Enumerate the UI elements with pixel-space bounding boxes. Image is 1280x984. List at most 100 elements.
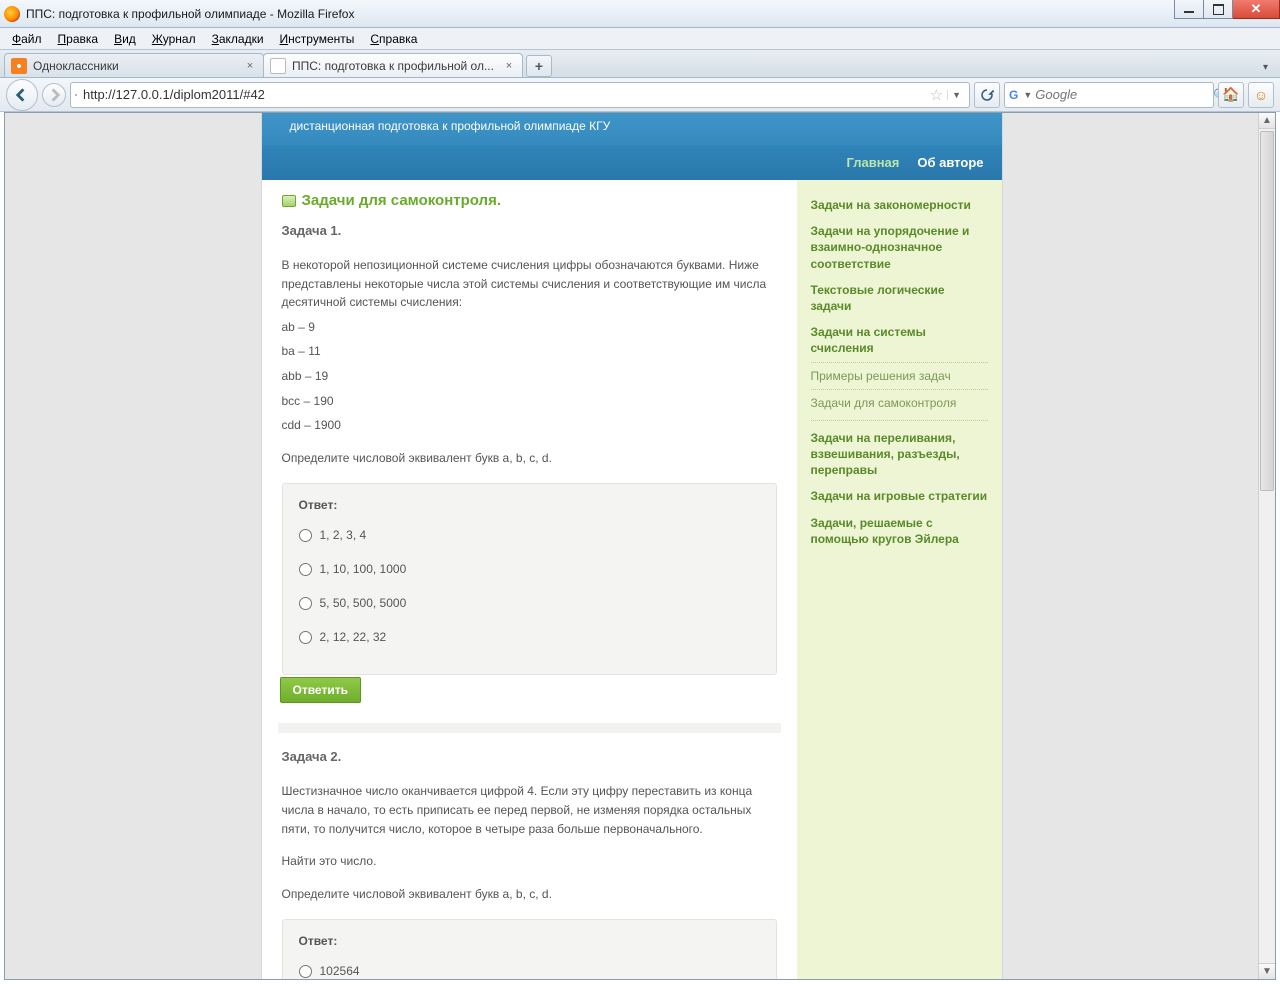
submit-button[interactable]: Ответить: [280, 677, 361, 703]
tab-label: Одноклассники: [33, 59, 119, 73]
task1-line: ba – 11: [282, 342, 777, 361]
titlebar: ППС: подготовка к профильной олимпиаде -…: [0, 0, 1280, 28]
sidebar-link[interactable]: Текстовые логические задачи: [811, 277, 988, 319]
tab-close-icon[interactable]: ×: [243, 59, 257, 73]
heading-text: Задачи для самоконтроля.: [302, 192, 502, 209]
arrow-right-icon: [47, 88, 61, 102]
page-wrap: дистанционная подготовка к профильной ол…: [5, 113, 1258, 979]
addon-button[interactable]: ☺: [1248, 82, 1274, 108]
url-bar[interactable]: ☆ ▼: [70, 82, 970, 108]
option-text: 102564: [320, 964, 360, 978]
task1-line: cdd – 1900: [282, 416, 777, 435]
book-icon: [282, 195, 296, 207]
new-tab-button[interactable]: +: [526, 55, 552, 77]
nav-about[interactable]: Об авторе: [917, 155, 983, 170]
task1-title: Задача 1.: [282, 223, 777, 238]
sidebar-sublink[interactable]: Примеры решения задач: [811, 362, 988, 389]
option-text: 1, 10, 100, 1000: [320, 562, 407, 576]
task1-line: abb – 19: [282, 367, 777, 386]
back-button[interactable]: [6, 79, 38, 111]
odnoklassniki-icon: [11, 58, 27, 74]
site-subtitle: дистанционная подготовка к профильной ол…: [262, 113, 1002, 145]
page-heading: Задачи для самоконтроля.: [282, 192, 777, 209]
option-text: 2, 12, 22, 32: [320, 630, 387, 644]
scroll-thumb[interactable]: [1260, 131, 1274, 491]
task1-text: В некоторой непозиционной системе счисле…: [282, 256, 777, 467]
task1-option[interactable]: 1, 10, 100, 1000: [299, 562, 760, 576]
nav-main[interactable]: Главная: [847, 155, 900, 170]
minimize-button[interactable]: [1174, 0, 1204, 19]
search-engine-dropdown-icon[interactable]: ▼: [1020, 90, 1035, 100]
radio-input[interactable]: [299, 597, 312, 610]
scroll-up-arrow-icon[interactable]: ▲: [1258, 112, 1276, 129]
task1-option[interactable]: 5, 50, 500, 5000: [299, 596, 760, 610]
menu-help[interactable]: Справка: [362, 29, 425, 49]
task1-intro: В некоторой непозиционной системе счисле…: [282, 256, 777, 312]
option-text: 5, 50, 500, 5000: [320, 596, 407, 610]
main-column: Задачи для самоконтроля. Задача 1. В нек…: [262, 180, 797, 979]
google-icon: G: [1009, 87, 1018, 103]
radio-input[interactable]: [299, 965, 312, 978]
tab-bar: Одноклассники × ППС: подготовка к профил…: [0, 50, 1280, 78]
task2-title: Задача 2.: [282, 749, 777, 764]
site-body: Задачи для самоконтроля. Задача 1. В нек…: [262, 180, 1002, 979]
vertical-scrollbar[interactable]: ▲ ▼: [1258, 113, 1275, 979]
window-buttons: [1175, 0, 1280, 19]
task1-question: Определите числовой эквивалент букв a, b…: [282, 449, 777, 468]
sidebar-link[interactable]: Задачи на закономерности: [811, 192, 988, 218]
menu-bookmarks[interactable]: Закладки: [204, 29, 272, 49]
radio-input[interactable]: [299, 529, 312, 542]
task2-option[interactable]: 102564: [299, 964, 760, 978]
menubar: Файл Правка Вид Журнал Закладки Инструме…: [0, 28, 1280, 50]
forward-button[interactable]: [42, 83, 66, 107]
menu-history[interactable]: Журнал: [144, 29, 204, 49]
search-input[interactable]: [1035, 87, 1213, 102]
task1-option[interactable]: 1, 2, 3, 4: [299, 528, 760, 542]
sidebar-sublink[interactable]: Задачи для самоконтроля: [811, 389, 988, 416]
page-icon: [270, 58, 286, 74]
answer-label: Ответ:: [299, 498, 760, 512]
reload-icon: [980, 88, 994, 102]
task1-line: ab – 9: [282, 318, 777, 337]
search-box[interactable]: G ▼ 🔍: [1004, 82, 1214, 108]
task2-p: Шестизначное число оканчивается цифрой 4…: [282, 782, 777, 838]
tab-pps[interactable]: ППС: подготовка к профильной ол... ×: [263, 53, 523, 77]
url-input[interactable]: [83, 87, 926, 102]
tab-close-icon[interactable]: ×: [502, 59, 516, 73]
url-dropdown-icon[interactable]: ▼: [947, 90, 965, 100]
task2-answer-box: Ответ: 102564: [282, 919, 777, 979]
menu-file[interactable]: Файл: [4, 29, 50, 49]
radio-input[interactable]: [299, 631, 312, 644]
menu-edit[interactable]: Правка: [50, 29, 107, 49]
sidebar-link[interactable]: Задачи, решаемые с помощью кругов Эйлера: [811, 510, 988, 552]
home-button[interactable]: 🏠: [1218, 82, 1244, 108]
page-icon: [75, 94, 77, 96]
option-text: 1, 2, 3, 4: [320, 528, 367, 542]
tab-label: ППС: подготовка к профильной ол...: [292, 59, 494, 73]
task1-option[interactable]: 2, 12, 22, 32: [299, 630, 760, 644]
sidebar-link[interactable]: Задачи на переливания, взвешивания, разъ…: [811, 425, 988, 484]
maximize-button[interactable]: [1203, 0, 1233, 19]
task-divider: [278, 723, 781, 733]
tab-overflow-button[interactable]: ▾: [1255, 58, 1276, 77]
bookmark-star-icon[interactable]: ☆: [930, 86, 943, 104]
scroll-down-arrow-icon[interactable]: ▼: [1258, 963, 1276, 980]
firefox-icon: [4, 6, 20, 22]
content-viewport: дистанционная подготовка к профильной ол…: [4, 112, 1276, 980]
sidebar-link[interactable]: Задачи на упорядочение и взаимно-однозна…: [811, 218, 988, 277]
task1-answer-box: Ответ: 1, 2, 3, 4 1, 10, 100, 1000 5, 50…: [282, 483, 777, 675]
task1-line: bcc – 190: [282, 392, 777, 411]
menu-tools[interactable]: Инструменты: [272, 29, 363, 49]
sidebar: Задачи на закономерности Задачи на упоря…: [797, 180, 1002, 979]
top-nav: Главная Об авторе: [262, 145, 1002, 180]
tab-odnoklassniki[interactable]: Одноклассники ×: [4, 53, 264, 77]
site: дистанционная подготовка к профильной ол…: [262, 113, 1002, 979]
reload-button[interactable]: [974, 82, 1000, 108]
close-button[interactable]: [1232, 0, 1280, 19]
task2-text: Шестизначное число оканчивается цифрой 4…: [282, 782, 777, 903]
menu-view[interactable]: Вид: [106, 29, 144, 49]
sidebar-link[interactable]: Задачи на системы счисления: [811, 319, 988, 361]
radio-input[interactable]: [299, 563, 312, 576]
site-header: дистанционная подготовка к профильной ол…: [262, 113, 1002, 180]
sidebar-link[interactable]: Задачи на игровые стратегии: [811, 483, 988, 509]
